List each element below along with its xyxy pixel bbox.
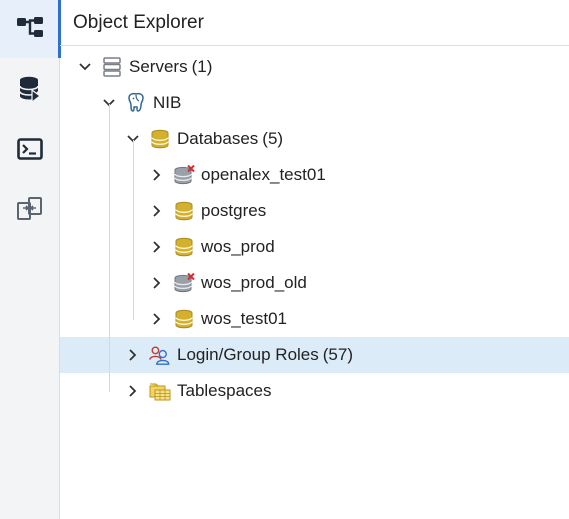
tree-node-servers[interactable]: Servers (1) (60, 49, 569, 85)
tree-node-tablespaces[interactable]: Tablespaces (60, 373, 569, 409)
tree-node-databases[interactable]: Databases (5) (60, 121, 569, 157)
tree-node-database[interactable]: wos_test01 (60, 301, 569, 337)
chevron-right-icon[interactable] (148, 202, 166, 220)
tree-node-database[interactable]: wos_prod (60, 229, 569, 265)
tree-node-label: postgres (201, 201, 267, 220)
database-disconnected-icon (173, 164, 195, 186)
tree-node-database[interactable]: openalex_test01 (60, 157, 569, 193)
object-explorer-panel: Object Explorer Servers (1) NIB Database… (60, 0, 569, 519)
object-explorer-button[interactable] (0, 0, 61, 58)
tree-node-login-group-roles[interactable]: Login/Group Roles (57) (60, 337, 569, 373)
chevron-right-icon[interactable] (148, 274, 166, 292)
tree-node-label: openalex_test01 (201, 165, 326, 184)
tree-node-label: wos_test01 (201, 309, 287, 328)
tree-node-label: wos_prod_old (201, 273, 307, 292)
database-query-icon (18, 76, 42, 107)
object-explorer-icon (16, 15, 44, 44)
roles-icon (149, 344, 171, 366)
tree-node-server-nib[interactable]: NIB (60, 85, 569, 121)
schema-diff-button[interactable] (0, 182, 60, 240)
panel-title: Object Explorer (60, 0, 569, 46)
tree-node-label: wos_prod (201, 237, 275, 256)
tablespaces-folder-icon (149, 380, 171, 402)
tree-node-count: (5) (262, 129, 284, 148)
tree-node-count: (1) (191, 57, 213, 76)
query-tool-button[interactable] (0, 62, 60, 120)
database-icon (173, 236, 195, 258)
databases-icon (149, 128, 171, 150)
app-window: Object Explorer Servers (1) NIB Database… (0, 0, 569, 519)
tree-node-database[interactable]: postgres (60, 193, 569, 229)
chevron-right-icon[interactable] (148, 238, 166, 256)
database-icon (173, 308, 195, 330)
tree-node-label: Databases (177, 129, 259, 148)
psql-tool-button[interactable] (0, 122, 60, 180)
chevron-down-icon[interactable] (100, 94, 118, 112)
schema-diff-icon (16, 195, 44, 228)
tree-node-label: Login/Group Roles (177, 345, 319, 364)
terminal-icon (17, 137, 43, 165)
chevron-right-icon[interactable] (124, 346, 142, 364)
chevron-right-icon[interactable] (148, 310, 166, 328)
chevron-down-icon[interactable] (124, 130, 142, 148)
chevron-right-icon[interactable] (124, 382, 142, 400)
postgres-elephant-icon (125, 92, 147, 114)
chevron-down-icon[interactable] (76, 58, 94, 76)
servers-icon (101, 56, 123, 78)
database-icon (173, 200, 195, 222)
tree-node-label: NIB (153, 93, 182, 112)
database-disconnected-icon (173, 272, 195, 294)
tree-node-count: (57) (322, 345, 353, 364)
left-icon-rail (0, 0, 61, 519)
tree-node-label: Tablespaces (177, 381, 272, 400)
tree-node-label: Servers (129, 57, 188, 76)
chevron-right-icon[interactable] (148, 166, 166, 184)
tree-node-database[interactable]: wos_prod_old (60, 265, 569, 301)
